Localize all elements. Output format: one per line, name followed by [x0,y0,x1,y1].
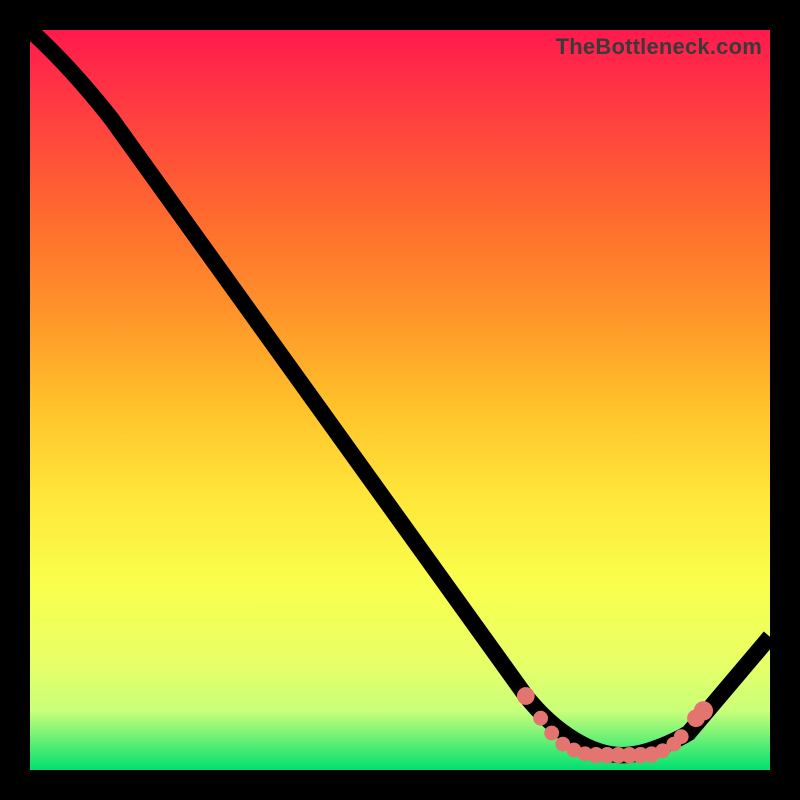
curve-marker [533,711,548,726]
chart-frame: TheBottleneck.com [0,0,800,800]
plot-area: TheBottleneck.com [30,30,770,770]
curve-marker [544,726,559,741]
chart-svg [30,30,770,770]
curve-marker [694,701,713,720]
curve-path [30,30,770,755]
curve-marker [517,687,535,705]
curve-marker [674,729,689,744]
